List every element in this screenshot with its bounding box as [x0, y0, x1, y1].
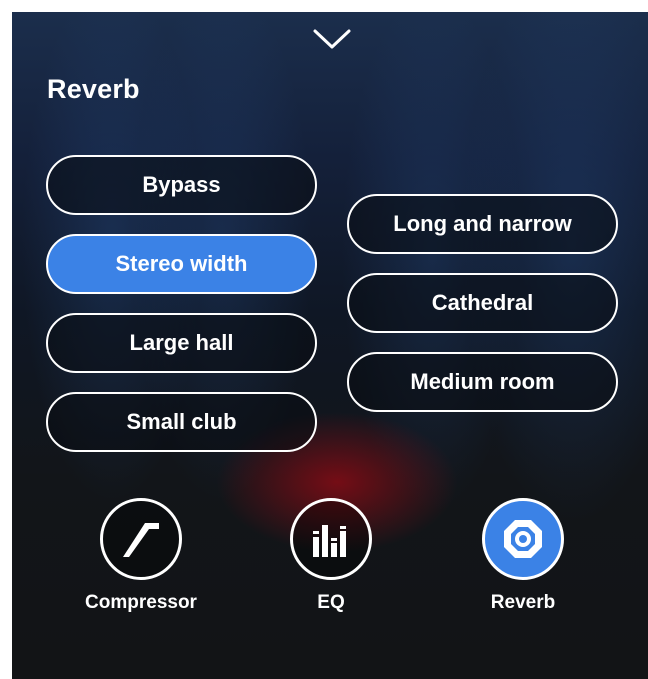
- tab-eq-label: EQ: [317, 592, 345, 613]
- preset-long-and-narrow-button[interactable]: Long and narrow: [347, 194, 618, 254]
- reverb-icon: [482, 498, 564, 580]
- preset-stereo-width-button[interactable]: Stereo width: [46, 234, 317, 294]
- tab-eq[interactable]: EQ: [266, 498, 396, 614]
- preset-bypass-button[interactable]: Bypass: [46, 155, 317, 215]
- reverb-panel: Reverb Bypass Stereo width Large hall Sm…: [12, 12, 648, 679]
- tab-compressor[interactable]: Compressor: [76, 498, 206, 614]
- preset-small-club-button[interactable]: Small club: [46, 392, 317, 452]
- chevron-down-icon[interactable]: [312, 27, 352, 51]
- tab-reverb[interactable]: Reverb: [458, 498, 588, 614]
- compressor-icon: [100, 498, 182, 580]
- page-title: Reverb: [47, 74, 140, 104]
- tab-compressor-label: Compressor: [85, 592, 197, 613]
- preset-medium-room-button[interactable]: Medium room: [347, 352, 618, 412]
- preset-cathedral-button[interactable]: Cathedral: [347, 273, 618, 333]
- preset-large-hall-button[interactable]: Large hall: [46, 313, 317, 373]
- eq-icon: [290, 498, 372, 580]
- tab-reverb-label: Reverb: [490, 592, 556, 613]
